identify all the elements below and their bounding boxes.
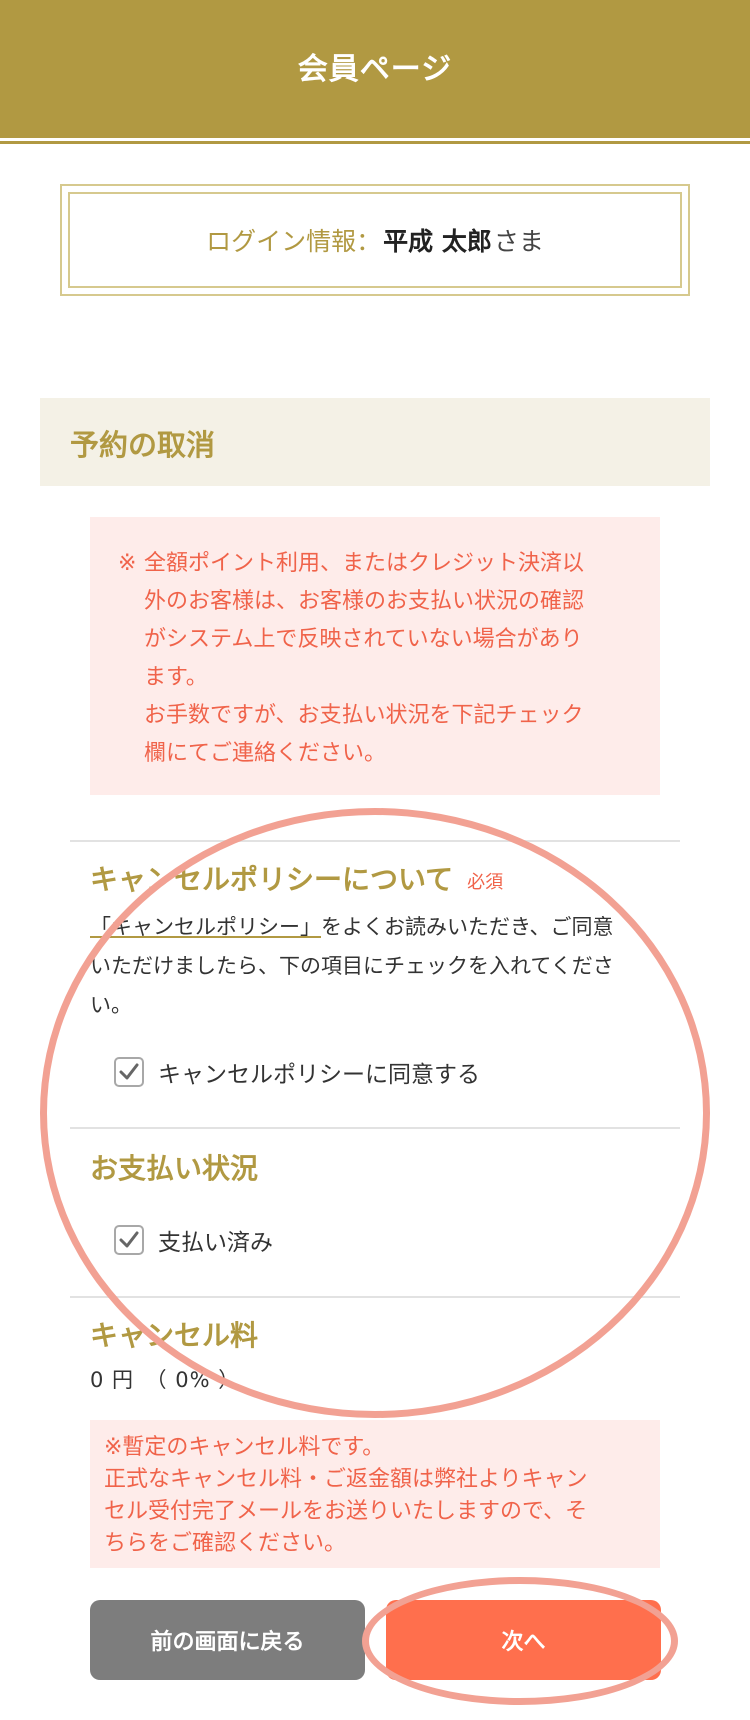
required-badge: 必須 bbox=[467, 872, 504, 893]
header-divider bbox=[0, 134, 750, 138]
policy-agree-label[interactable]: キャンセルポリシーに同意する bbox=[158, 1055, 480, 1089]
cancel-fee-note: ※暫定のキャンセル料です。 正式なキャンセル料・ご返金額は弊社よりキャン セル受… bbox=[90, 1420, 660, 1568]
back-button[interactable]: 前の画面に戻る bbox=[90, 1600, 365, 1680]
notice-line: がシステム上で反映されていない場合があり bbox=[144, 627, 583, 652]
page-title: 会員ページ bbox=[297, 52, 453, 87]
payment-notice: ※ 全額ポイント利用、またはクレジット決済以 外のお客様は、お客様のお支払い状況… bbox=[90, 517, 660, 795]
policy-agree-checkbox-row[interactable]: キャンセルポリシーに同意する bbox=[114, 1055, 480, 1089]
fee-note-line: 正式なキャンセル料・ご返金額は弊社よりキャン bbox=[104, 1467, 588, 1492]
payment-status-title: お支払い状況 bbox=[90, 1152, 259, 1185]
notice-line: 欄にてご連絡ください。 bbox=[144, 741, 387, 766]
check-icon bbox=[119, 1231, 139, 1248]
cancel-fee-title: キャンセル料 bbox=[90, 1319, 259, 1352]
fee-note-line: セル受付完了メールをお送りいたしますので、そ bbox=[104, 1499, 588, 1524]
header-bar: 会員ページ bbox=[0, 0, 750, 134]
next-button[interactable]: 次へ bbox=[386, 1600, 661, 1680]
fee-note-line: ちらをご確認ください。 bbox=[104, 1531, 347, 1556]
check-icon bbox=[119, 1063, 139, 1080]
login-info-box: ログイン情報： 平成 太郎 さま bbox=[60, 184, 690, 296]
notice-mark: ※ bbox=[118, 551, 137, 576]
paid-checkbox-row[interactable]: 支払い済み bbox=[114, 1223, 273, 1257]
section-header: 予約の取消 bbox=[40, 398, 710, 486]
paid-label[interactable]: 支払い済み bbox=[158, 1223, 273, 1257]
divider bbox=[70, 840, 680, 842]
notice-line: 全額ポイント利用、またはクレジット決済以 bbox=[144, 551, 585, 576]
user-name: 平成 太郎 bbox=[383, 227, 492, 256]
policy-description: 「キャンセルポリシー」をよくお読みいただき、ご同意 いただけましたら、下の項目に… bbox=[90, 915, 614, 1017]
notice-line: お手数ですが、お支払い状況を下記チェック bbox=[144, 703, 584, 728]
divider bbox=[70, 1296, 680, 1298]
cancel-fee-value: 0 円 （ 0% ） bbox=[90, 1368, 241, 1392]
notice-line: ます。 bbox=[144, 665, 208, 690]
cancel-policy-link[interactable]: 「キャンセルポリシー」 bbox=[90, 915, 321, 939]
paid-checkbox[interactable] bbox=[114, 1225, 144, 1255]
user-honorific: さま bbox=[493, 227, 544, 256]
policy-title: キャンセルポリシーについて 必須 bbox=[90, 863, 504, 896]
fee-note-line: ※暫定のキャンセル料です。 bbox=[104, 1435, 385, 1460]
policy-agree-checkbox[interactable] bbox=[114, 1057, 144, 1087]
divider bbox=[70, 1127, 680, 1129]
login-label: ログイン情報： bbox=[206, 227, 382, 256]
notice-line: 外のお客様は、お客様のお支払い状況の確認 bbox=[144, 589, 585, 614]
section-title: 予約の取消 bbox=[70, 428, 216, 462]
header-divider-thin bbox=[0, 141, 750, 144]
